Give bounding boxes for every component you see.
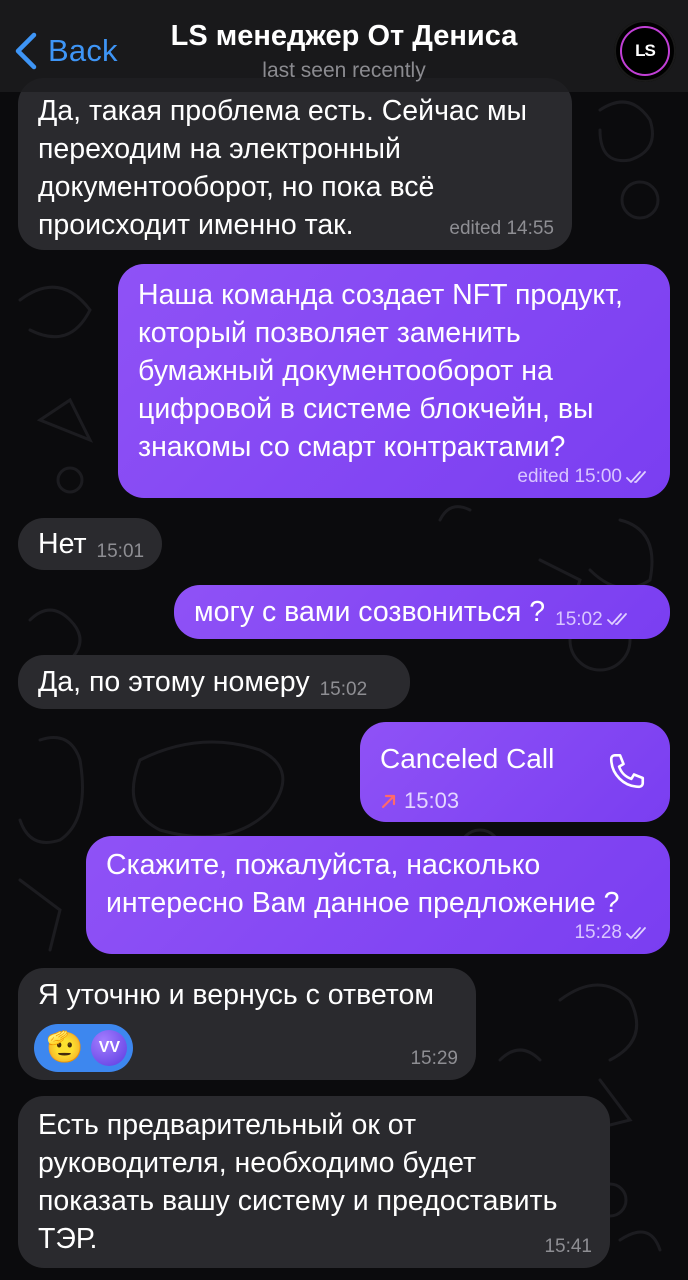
message-outgoing[interactable]: Скажите, пожалуйста, насколько интересно… xyxy=(86,836,670,954)
phone-icon[interactable] xyxy=(606,750,648,792)
message-time: edited 14:55 xyxy=(449,218,554,239)
chat-status: last seen recently xyxy=(262,59,426,82)
message-incoming[interactable]: Есть предварительный ок от руководителя,… xyxy=(18,1096,610,1268)
call-message[interactable]: Canceled Call 15:03 xyxy=(360,722,670,822)
message-time: 15:29 xyxy=(410,1048,458,1069)
message-time: 15:41 xyxy=(544,1236,592,1257)
message-text: Нет xyxy=(38,528,87,560)
contact-avatar[interactable]: LS xyxy=(614,20,676,82)
message-text: Да, по этому номеру xyxy=(38,666,310,698)
message-time: 15:01 xyxy=(96,541,145,562)
message-incoming[interactable]: Да, такая проблема есть. Сейчас мы перех… xyxy=(18,78,572,250)
chevron-left-icon xyxy=(15,32,37,70)
double-check-icon xyxy=(626,471,646,483)
back-button[interactable]: Back xyxy=(12,26,118,76)
message-time: edited 15:00 xyxy=(517,466,652,488)
message-outgoing[interactable]: Наша команда создает NFT продукт, которы… xyxy=(118,264,670,498)
chat-header: Back LS менеджер От Дениса last seen rec… xyxy=(0,0,688,92)
message-text: Скажите, пожалуйста, насколько интересно… xyxy=(106,849,620,919)
message-text: Я уточню и вернусь с ответом xyxy=(38,979,434,1011)
back-label: Back xyxy=(48,33,118,68)
chat-title: LS менеджер От Дениса xyxy=(170,20,518,52)
message-text: Есть предварительный ок от руководителя,… xyxy=(38,1109,558,1255)
message-time: 15:28 xyxy=(574,922,652,944)
message-incoming[interactable]: Я уточню и вернусь с ответом 🫡 VV 15:29 xyxy=(18,968,476,1080)
double-check-icon xyxy=(626,927,646,939)
message-incoming[interactable]: Нет 15:01 xyxy=(18,518,162,570)
message-time: 15:02 xyxy=(555,601,633,639)
message-text: могу с вами созвониться ? xyxy=(194,596,546,628)
reaction-badge[interactable]: 🫡 VV xyxy=(34,1024,134,1072)
double-check-icon xyxy=(606,613,627,625)
avatar-logo: LS xyxy=(620,26,670,76)
reactor-avatar: VV xyxy=(91,1030,128,1066)
missed-call-arrow-icon xyxy=(381,794,396,809)
message-time: 15:02 xyxy=(319,679,368,700)
chat-title-area[interactable]: LS менеджер От Дениса last seen recently xyxy=(140,20,548,83)
message-incoming[interactable]: Да, по этому номеру 15:02 xyxy=(18,655,410,709)
message-outgoing[interactable]: могу с вами созвониться ? 15:02 xyxy=(174,585,670,639)
salute-emoji-icon: 🫡 xyxy=(46,1031,84,1064)
message-text: Наша команда создает NFT продукт, которы… xyxy=(138,279,623,463)
